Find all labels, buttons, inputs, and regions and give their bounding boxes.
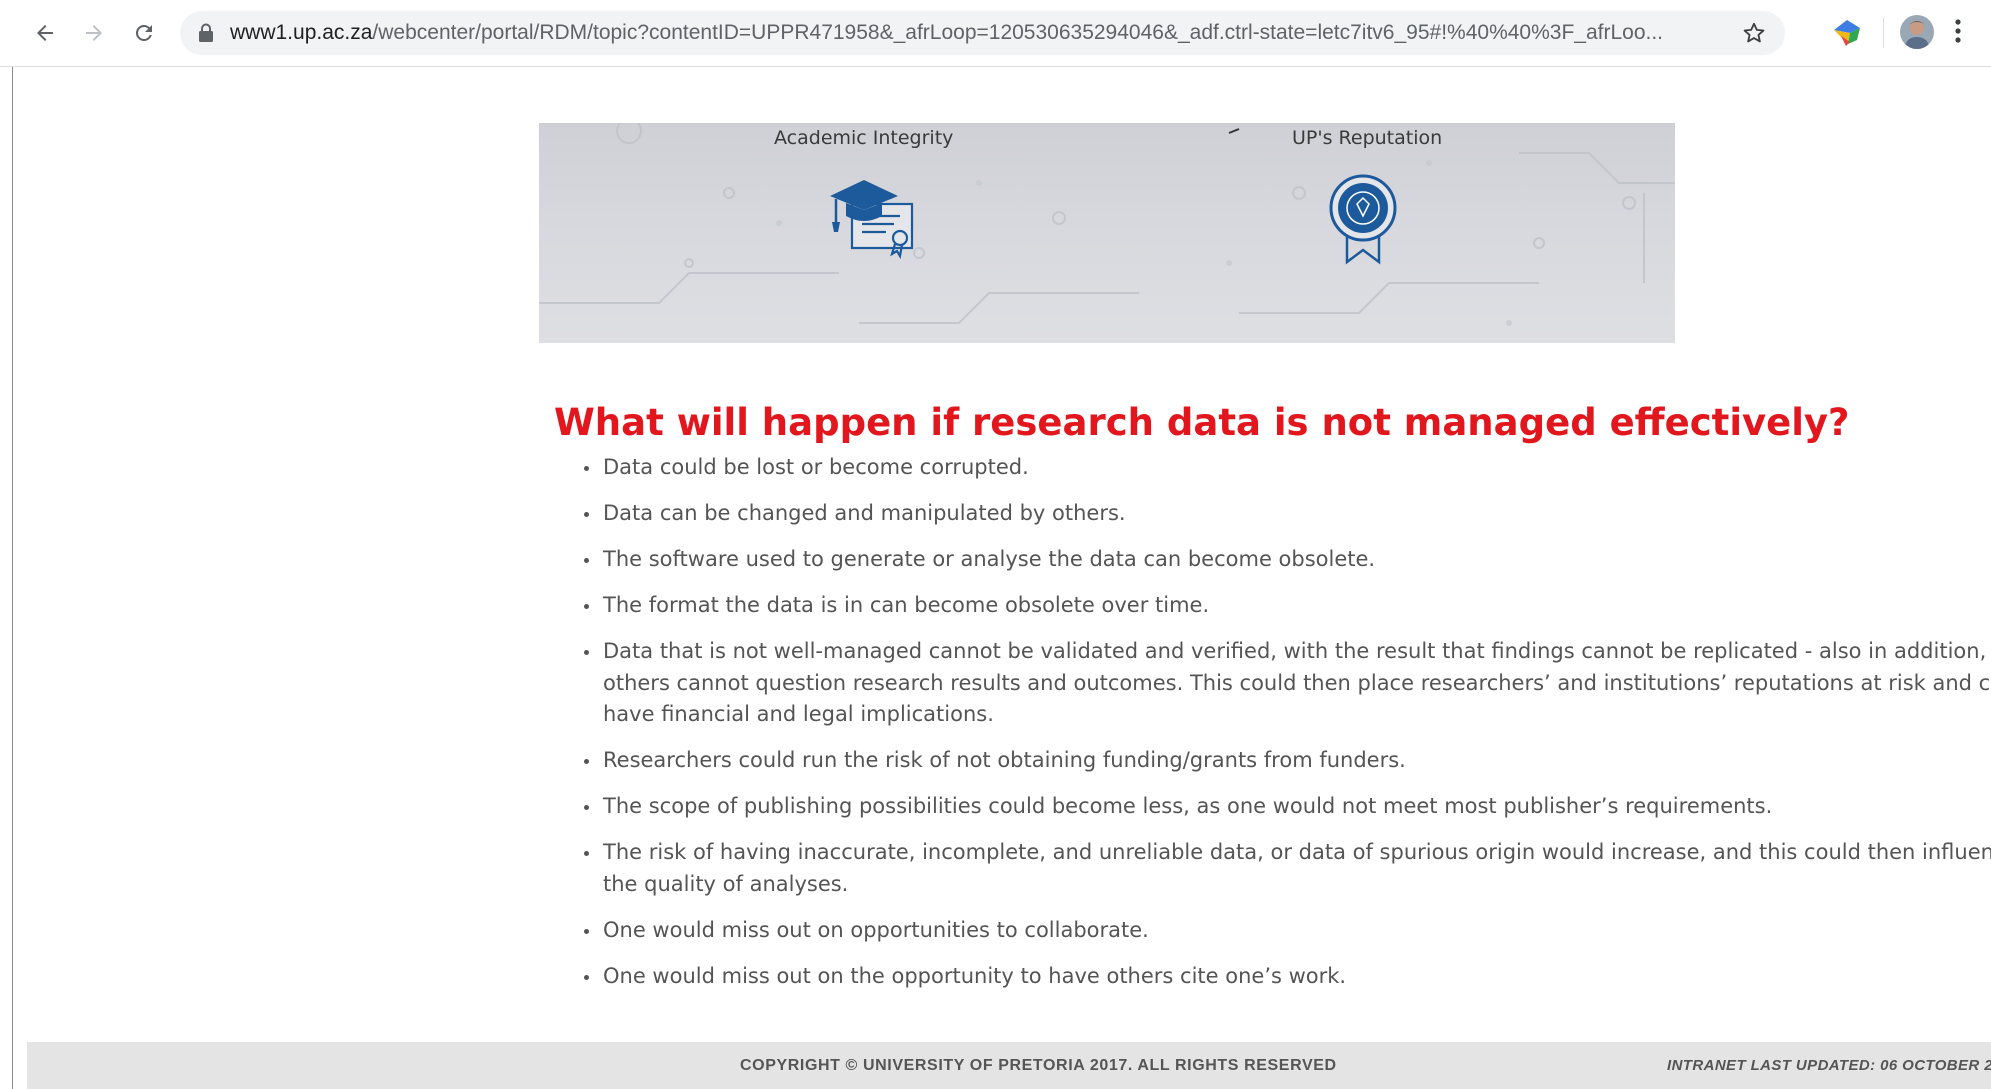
graduation-certificate-icon <box>830 180 914 260</box>
forward-arrow-icon <box>86 25 102 41</box>
copyright-text: COPYRIGHT © UNIVERSITY OF PRETORIA 2017.… <box>740 1057 1337 1074</box>
reload-icon <box>135 24 152 41</box>
url-path: /webcenter/portal/RDM/topic?contentID=UP… <box>372 21 1664 44</box>
page-viewport: Academic Integrity UP's Reputation What … <box>12 67 1991 1089</box>
profile-avatar[interactable] <box>1900 15 1934 49</box>
forward-button[interactable] <box>74 13 114 53</box>
address-bar[interactable]: www1.up.ac.za/webcenter/portal/RDM/topic… <box>180 11 1785 55</box>
back-arrow-icon <box>37 25 53 41</box>
list-item: The scope of publishing possibilities co… <box>601 791 1991 823</box>
url-host: www1.up.ac.za <box>230 21 373 44</box>
list-item: Data that is not well-managed cannot be … <box>601 636 1991 731</box>
hero-banner: Academic Integrity UP's Reputation <box>539 123 1675 343</box>
circuit-background <box>539 123 1675 326</box>
list-item: The risk of having inaccurate, incomplet… <box>601 837 1991 900</box>
list-item: One would miss out on the opportunity to… <box>601 961 1991 993</box>
star-icon[interactable] <box>1741 20 1767 46</box>
list-item: Researchers could run the risk of not ob… <box>601 745 1991 777</box>
list-item: The format the data is in can become obs… <box>601 590 1991 622</box>
menu-dots-icon[interactable] <box>1954 16 1962 46</box>
list-item: The software used to generate or analyse… <box>601 544 1991 576</box>
hero-label-up-reputation: UP's Reputation <box>1292 127 1443 149</box>
toolbar-separator <box>1883 18 1884 48</box>
page-footer: COPYRIGHT © UNIVERSITY OF PRETORIA 2017.… <box>27 1042 1991 1089</box>
browser-toolbar: www1.up.ac.za/webcenter/portal/RDM/topic… <box>0 0 1991 67</box>
last-updated-text: INTRANET LAST UPDATED: 06 OCTOBER 2017 <box>1667 1057 1991 1074</box>
list-item: Data could be lost or become corrupted. <box>601 452 1991 484</box>
reload-button[interactable] <box>124 13 164 53</box>
consequences-list: Data could be lost or become corrupted. … <box>575 452 1991 1007</box>
seal-ribbon-icon <box>1329 174 1397 265</box>
section-title: What will happen if research data is not… <box>554 401 1850 444</box>
list-item: One would miss out on opportunities to c… <box>601 915 1991 947</box>
url-text[interactable]: www1.up.ac.za/webcenter/portal/RDM/topic… <box>230 11 1720 55</box>
extension-icon[interactable] <box>1830 16 1864 48</box>
list-item: Data can be changed and manipulated by o… <box>601 498 1991 530</box>
hero-label-academic-integrity: Academic Integrity <box>774 127 954 149</box>
back-button[interactable] <box>25 13 65 53</box>
lock-icon <box>199 23 213 42</box>
